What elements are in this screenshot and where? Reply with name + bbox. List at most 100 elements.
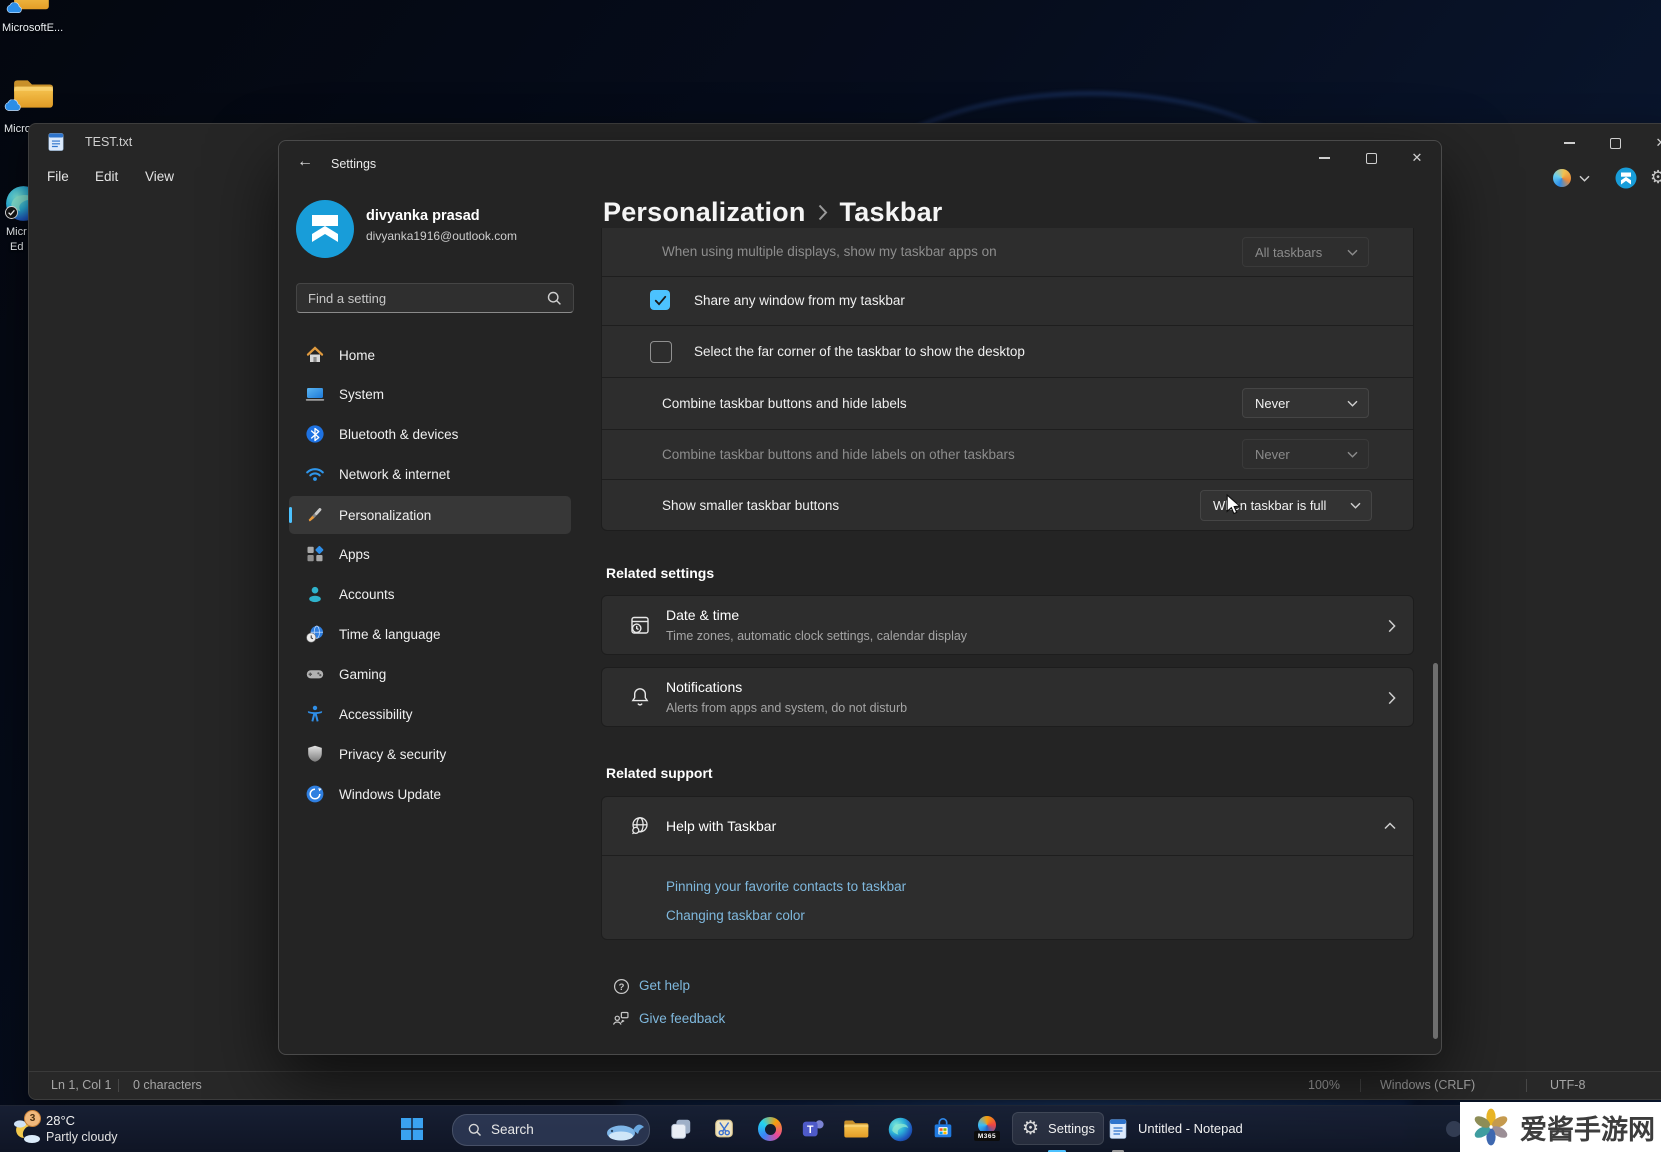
- start-button[interactable]: [399, 1116, 425, 1142]
- notepad-close-button[interactable]: ✕: [1645, 130, 1661, 156]
- chevron-up-icon[interactable]: [1384, 822, 1396, 830]
- taskbar-behaviors-card: When using multiple displays, show my ta…: [601, 228, 1414, 531]
- search-icon: [468, 1123, 482, 1137]
- task-view-button[interactable]: [668, 1116, 694, 1142]
- microsoft-store-button[interactable]: [930, 1116, 956, 1142]
- m365-copilot-button[interactable]: M365: [974, 1116, 1000, 1142]
- sidebar-item-accessibility[interactable]: Accessibility: [289, 696, 571, 732]
- weather-temperature: 28°C: [46, 1113, 75, 1128]
- snipping-tool-button[interactable]: [711, 1116, 737, 1142]
- personalization-brush-icon: [305, 505, 325, 525]
- get-help-link[interactable]: Get help: [639, 978, 690, 993]
- sidebar-item-time-language[interactable]: Time & language: [289, 616, 571, 652]
- svg-text:T: T: [807, 1124, 814, 1136]
- sidebar-item-bluetooth-devices[interactable]: Bluetooth & devices: [289, 416, 571, 452]
- dropdown-value: Never: [1255, 447, 1290, 462]
- date-time-card[interactable]: Date & time Time zones, automatic clock …: [601, 595, 1414, 655]
- status-zoom-level[interactable]: 100%: [1308, 1078, 1340, 1092]
- watermark-flower-logo: [1470, 1106, 1512, 1148]
- settings-maximize-button[interactable]: [1355, 145, 1387, 171]
- menu-edit[interactable]: Edit: [85, 165, 128, 188]
- m365-label: M365: [974, 1131, 1000, 1141]
- taskbar-notepad-button[interactable]: Untitled - Notepad: [1108, 1112, 1243, 1145]
- accessibility-person-icon: [305, 704, 325, 724]
- taskbar-settings-button[interactable]: ⚙ Settings: [1012, 1112, 1104, 1145]
- settings-close-button[interactable]: ✕: [1401, 145, 1433, 171]
- combine-buttons-dropdown[interactable]: Never: [1242, 388, 1369, 418]
- sidebar-item-label: Bluetooth & devices: [339, 427, 458, 442]
- scrollbar[interactable]: [1433, 663, 1438, 1039]
- chevron-down-icon: [1347, 400, 1358, 407]
- menu-view[interactable]: View: [135, 165, 184, 188]
- settings-window: ← Settings ✕ divyanka prasad divyanka191…: [278, 140, 1442, 1055]
- copilot-icon[interactable]: [1553, 169, 1571, 187]
- settings-minimize-button[interactable]: [1308, 145, 1340, 171]
- sidebar-item-label: Windows Update: [339, 787, 441, 802]
- setting-row-far-corner-desktop: Select the far corner of the taskbar to …: [602, 325, 1413, 377]
- setting-row-smaller-taskbar-buttons: Show smaller taskbar buttons When taskba…: [602, 479, 1413, 531]
- card-description: Alerts from apps and system, do not dist…: [666, 701, 907, 715]
- account-name: divyanka prasad: [366, 208, 480, 224]
- weather-widget[interactable]: 3 28°C Partly cloudy: [8, 1110, 168, 1150]
- divider: [602, 855, 1413, 856]
- desktop-icon-label: Ed: [10, 241, 23, 253]
- shield-icon: [305, 744, 325, 764]
- minimize-icon: [1319, 157, 1330, 158]
- notifications-card[interactable]: Notifications Alerts from apps and syste…: [601, 667, 1414, 727]
- notepad-settings-gear-icon[interactable]: ⚙: [1650, 167, 1661, 188]
- editor-badge-icon[interactable]: [1615, 167, 1637, 189]
- taskbar: 3 28°C Partly cloudy Search: [0, 1105, 1661, 1152]
- check-badge-icon: [5, 206, 18, 219]
- dropdown-value: All taskbars: [1255, 245, 1322, 260]
- related-settings-title: Related settings: [606, 565, 714, 581]
- sidebar-item-network-internet[interactable]: Network & internet: [289, 456, 571, 492]
- maximize-icon: [1366, 153, 1377, 164]
- notepad-minimize-button[interactable]: [1553, 130, 1585, 156]
- breadcrumb-current: Taskbar: [840, 197, 943, 228]
- edge-button[interactable]: [887, 1116, 913, 1142]
- help-link-pinning-contacts[interactable]: Pinning your favorite contacts to taskba…: [666, 879, 906, 894]
- sidebar-item-home[interactable]: Home: [289, 337, 571, 373]
- sidebar-item-system[interactable]: System: [289, 376, 571, 412]
- help-header-row[interactable]: Help with Taskbar: [602, 797, 1413, 855]
- far-corner-checkbox[interactable]: [650, 341, 672, 363]
- help-with-taskbar-card: Help with Taskbar Pinning your favorite …: [601, 796, 1414, 940]
- related-support-title: Related support: [606, 765, 713, 781]
- breadcrumb-parent[interactable]: Personalization: [603, 197, 806, 228]
- notepad-maximize-button[interactable]: [1599, 130, 1631, 156]
- gaming-gamepad-icon: [305, 664, 325, 684]
- sidebar-item-label: Network & internet: [339, 467, 450, 482]
- share-window-checkbox[interactable]: [650, 290, 670, 310]
- sidebar-item-windows-update[interactable]: Windows Update: [289, 776, 571, 812]
- menu-file[interactable]: File: [37, 165, 79, 188]
- sidebar-item-privacy-security[interactable]: Privacy & security: [289, 736, 571, 772]
- taskbar-search[interactable]: Search: [452, 1114, 650, 1146]
- teams-button[interactable]: T: [800, 1116, 826, 1142]
- weather-alert-badge: 3: [24, 1110, 41, 1127]
- multiple-displays-dropdown[interactable]: All taskbars: [1242, 237, 1369, 267]
- help-link-changing-color[interactable]: Changing taskbar color: [666, 908, 805, 923]
- sidebar-item-gaming[interactable]: Gaming: [289, 656, 571, 692]
- task-view-icon: [669, 1117, 693, 1141]
- windows-logo-icon: [401, 1118, 423, 1140]
- status-line-endings[interactable]: Windows (CRLF): [1380, 1078, 1475, 1092]
- account-card[interactable]: divyanka prasad divyanka1916@outlook.com: [296, 200, 576, 260]
- combine-other-taskbars-dropdown[interactable]: Never: [1242, 439, 1369, 469]
- back-button[interactable]: ←: [297, 153, 313, 171]
- sidebar-item-apps[interactable]: Apps: [289, 536, 571, 572]
- settings-search-input[interactable]: [296, 283, 574, 313]
- avatar: [296, 200, 354, 258]
- copilot-button[interactable]: [757, 1116, 783, 1142]
- status-encoding[interactable]: UTF-8: [1550, 1078, 1585, 1092]
- desktop-icon-label: Micr: [6, 226, 27, 238]
- give-feedback-link[interactable]: Give feedback: [639, 1011, 725, 1026]
- system-icon: [305, 384, 325, 404]
- search-icon: [547, 291, 562, 306]
- sidebar-item-personalization[interactable]: Personalization: [289, 496, 571, 534]
- chevron-down-icon[interactable]: [1579, 175, 1590, 182]
- sidebar-item-accounts[interactable]: Accounts: [289, 576, 571, 612]
- file-explorer-button[interactable]: [843, 1116, 869, 1142]
- desktop-icon-microsoft-edge-webpage[interactable]: MicrosoftE...: [2, 0, 64, 40]
- notifications-bell-icon: [628, 685, 652, 709]
- file-explorer-icon: [843, 1118, 869, 1140]
